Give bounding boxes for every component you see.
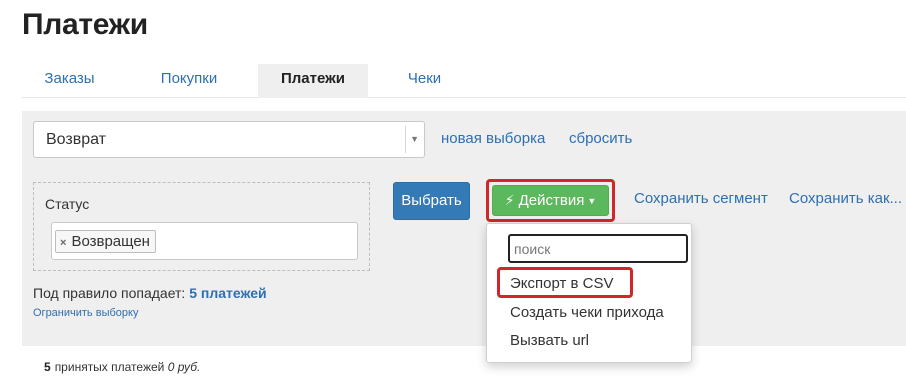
summary-line: 5 принятых платежей 0 руб.: [44, 360, 200, 374]
status-tag: × Возвращен: [55, 230, 156, 253]
actions-label: Действия: [518, 192, 585, 209]
rule-box: Статус × Возвращен: [33, 182, 370, 271]
save-as-link[interactable]: Сохранить как...: [789, 190, 902, 207]
menu-item-create-receipts[interactable]: Создать чеки прихода: [510, 304, 664, 321]
summary-text: принятых платежей: [54, 360, 165, 374]
hint-count[interactable]: 5 платежей: [189, 285, 266, 301]
menu-item-call-url[interactable]: Вызвать url: [510, 332, 589, 349]
page-title: Платежи: [22, 8, 148, 41]
bolt-icon: ⚡: [504, 192, 515, 208]
tab-receipts[interactable]: Чеки: [387, 64, 462, 98]
select-button[interactable]: Выбрать: [393, 182, 470, 220]
summary-amount: 0 руб.: [167, 360, 201, 374]
reset-link[interactable]: сбросить: [569, 130, 632, 147]
filter-panel: Возврат ▼ новая выборка сбросить Статус …: [22, 111, 906, 346]
dropdown-search-input[interactable]: [508, 234, 688, 263]
segment-select-value: Возврат: [46, 131, 106, 148]
summary-count: 5: [44, 360, 51, 374]
tab-purchases[interactable]: Покупки: [139, 64, 239, 98]
actions-button[interactable]: ⚡ Действия ▼: [492, 185, 609, 216]
menu-item-export-csv[interactable]: Экспорт в CSV: [510, 275, 614, 292]
hint-line: Под правило попадает: 5 платежей: [33, 285, 267, 301]
caret-down-icon: ▼: [587, 196, 597, 206]
tabs-bar: Заказы Покупки Платежи Чеки: [22, 64, 906, 98]
actions-dropdown: Экспорт в CSV Создать чеки прихода Вызва…: [486, 223, 692, 363]
select-arrow-icon: ▼: [410, 134, 419, 144]
remove-tag-icon[interactable]: ×: [60, 237, 66, 249]
save-segment-link[interactable]: Сохранить сегмент: [634, 190, 768, 207]
rule-label: Статус: [45, 196, 90, 212]
actions-highlight: ⚡ Действия ▼: [486, 179, 615, 222]
limit-selection-link[interactable]: Ограничить выборку: [33, 307, 138, 319]
tab-payments[interactable]: Платежи: [258, 64, 368, 98]
segment-select[interactable]: Возврат ▼: [33, 121, 425, 158]
hint-prefix: Под правило попадает:: [33, 285, 186, 301]
tag-input[interactable]: × Возвращен: [51, 222, 358, 260]
select-divider: [405, 126, 406, 153]
tab-orders[interactable]: Заказы: [22, 64, 117, 98]
new-selection-link[interactable]: новая выборка: [441, 130, 545, 147]
status-tag-label: Возвращен: [71, 233, 150, 250]
